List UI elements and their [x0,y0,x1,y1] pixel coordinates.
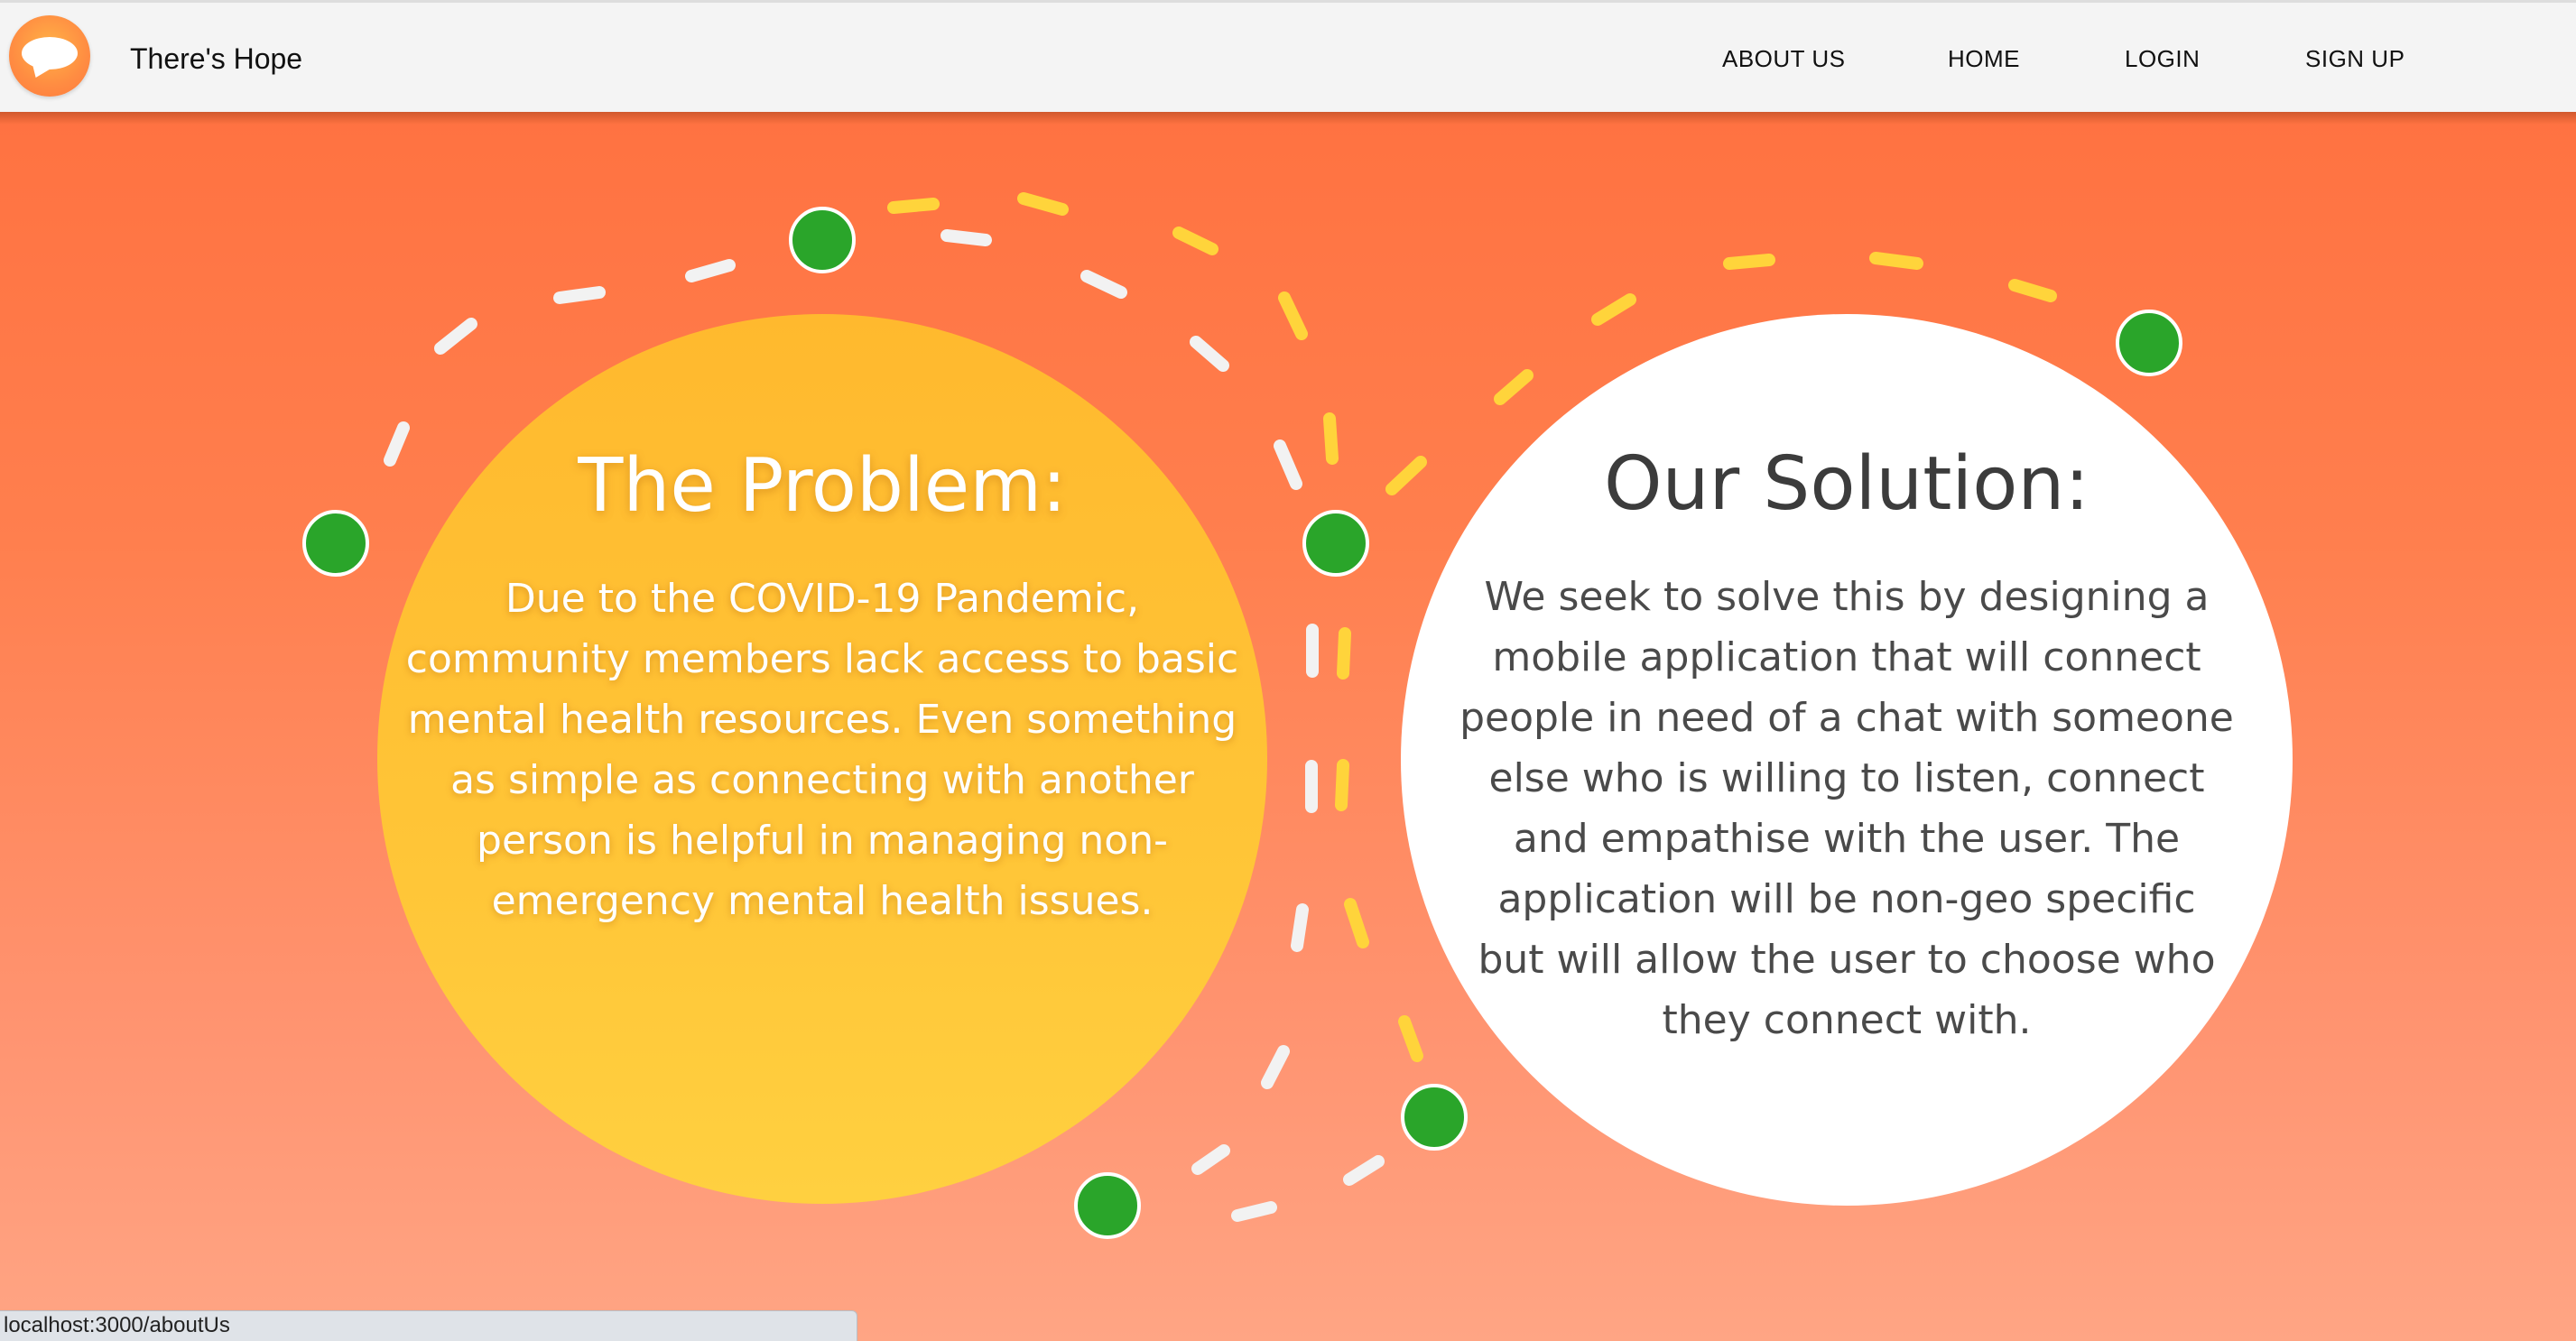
solution-circle-card: Our Solution: We seek to solve this by d… [1401,314,2293,1206]
nav-link-home[interactable]: HOME [1948,42,2020,75]
green-node-bottom-right [1401,1084,1468,1151]
top-navbar: There's Hope ABOUT US HOME LOGIN SIGN UP [0,0,2576,112]
brand-name[interactable]: There's Hope [130,37,302,80]
green-node-bottom-left [1074,1172,1141,1239]
green-node-left [302,510,369,577]
nav-link-sign-up[interactable]: SIGN UP [2305,42,2405,75]
nav-link-login[interactable]: LOGIN [2125,42,2200,75]
problem-circle-card: The Problem: Due to the COVID-19 Pandemi… [377,314,1267,1204]
about-hero-section: The Problem: Due to the COVID-19 Pandemi… [0,112,2576,1341]
green-node-right [2116,310,2182,376]
chat-bubble-logo-icon[interactable] [9,15,90,97]
green-node-center [1302,510,1369,577]
problem-title: The Problem: [578,443,1067,529]
nav-link-about-us[interactable]: ABOUT US [1722,42,1845,75]
solution-description: We seek to solve this by designing a mob… [1459,574,2234,1043]
solution-title: Our Solution: [1604,441,2090,527]
green-node-top [789,207,856,273]
problem-description: Due to the COVID-19 Pandemic, community … [405,576,1239,924]
browser-status-bar-url: localhost:3000/aboutUs [0,1310,857,1341]
